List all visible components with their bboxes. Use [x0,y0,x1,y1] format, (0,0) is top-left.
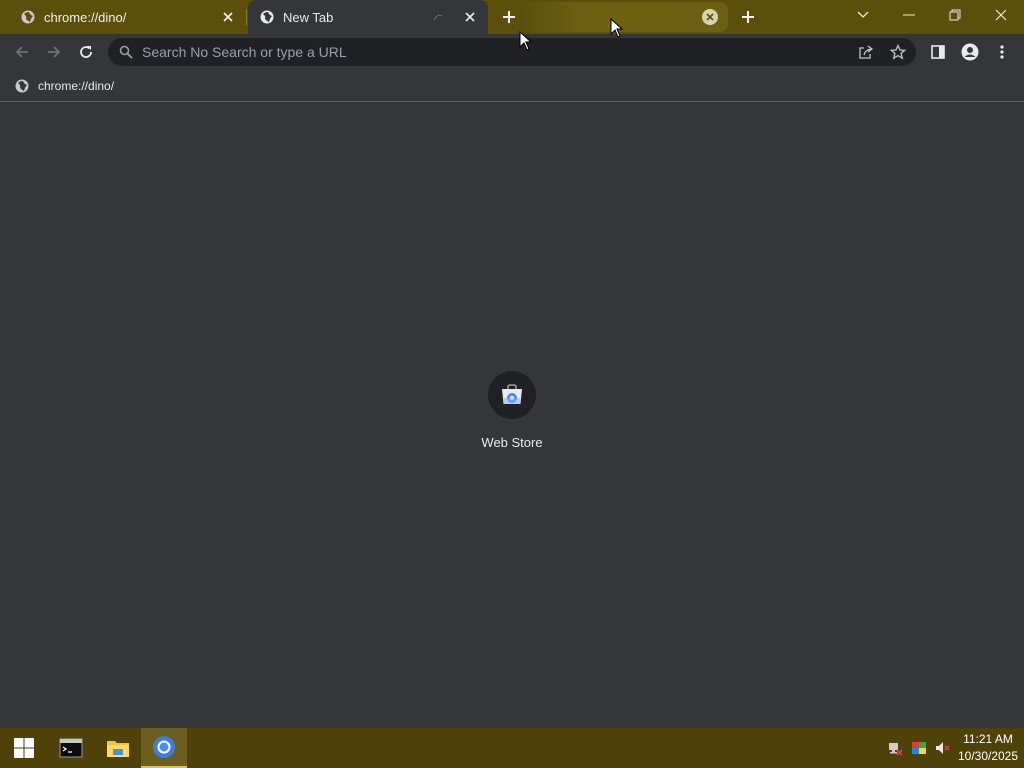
close-icon[interactable] [462,9,478,25]
bookmark-item[interactable]: chrome://dino/ [15,76,114,96]
file-explorer-icon [107,741,129,757]
tab-separator [246,9,247,25]
taskbar: 11:21 AM 10/30/2025 [0,728,1024,768]
bookmark-label: chrome://dino/ [38,79,115,93]
start-button[interactable] [1,728,47,768]
network-icon[interactable] [887,740,903,756]
loading-throbber-icon [433,14,443,21]
system-clock[interactable]: 11:21 AM 10/30/2025 [956,731,1020,765]
web-store-icon [502,384,522,404]
close-icon[interactable] [702,9,718,25]
tab-title: chrome://dino/ [44,9,127,25]
back-button[interactable] [10,40,34,64]
reload-button[interactable] [74,40,98,64]
color-display-icon[interactable] [911,740,927,756]
mouse-cursor-icon [519,31,533,51]
close-icon[interactable] [220,9,236,25]
minimize-button[interactable] [886,0,932,30]
toolbar: Search No Search or type a URL [0,34,1024,70]
tab-search-button[interactable] [840,0,886,30]
menu-kebab-icon[interactable] [990,40,1014,64]
globe-icon [15,79,29,93]
forward-button[interactable] [42,40,66,64]
tab-strip: chrome://dino/ New Tab [0,0,1024,34]
new-tab-page: Web Store [0,103,1024,728]
share-icon[interactable] [857,43,875,61]
volume-muted-icon[interactable] [934,740,950,756]
profile-button[interactable] [958,40,982,64]
chrome-icon [153,736,175,758]
mouse-cursor-icon [610,18,624,38]
bookmark-star-icon[interactable] [889,43,907,61]
omnibox-placeholder: Search No Search or type a URL [142,44,347,60]
globe-icon [21,10,35,24]
clock-time: 11:21 AM [963,732,1013,746]
taskbar-terminal[interactable] [48,728,94,768]
globe-icon [260,10,274,24]
restore-button[interactable] [932,0,978,30]
bookmarks-bar: chrome://dino/ [0,70,1024,102]
new-tab-button[interactable] [498,6,520,28]
tab-dino[interactable]: chrome://dino/ [0,0,246,34]
dragged-tab-ghost [520,2,728,32]
search-icon [119,45,133,59]
side-panel-button[interactable] [926,40,950,64]
new-tab-button[interactable] [737,6,759,28]
tab-title: New Tab [283,9,334,25]
start-icon [14,738,34,758]
shortcut-label: Web Store [481,435,543,450]
shortcut-tile-web-store[interactable]: Web Store [472,371,552,457]
tab-new-tab[interactable]: New Tab [248,0,488,34]
omnibox[interactable]: Search No Search or type a URL [108,38,916,66]
shortcut-icon-container [488,371,536,419]
taskbar-file-explorer[interactable] [95,728,141,768]
close-window-button[interactable] [978,0,1024,30]
clock-date: 10/30/2025 [957,749,1019,763]
taskbar-chrome[interactable] [141,728,187,768]
terminal-icon [59,738,83,758]
